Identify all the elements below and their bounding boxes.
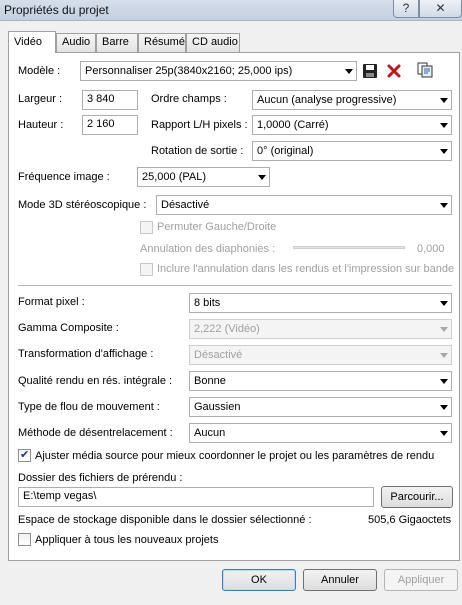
render-quality-label: Qualité rendu en rés. intégrale : (18, 375, 173, 387)
gamma-select[interactable]: 2,222 (Vidéo) (189, 319, 452, 339)
video-settings-panel: Modèle : Personnaliser 25p(3840x2160; 25… (8, 52, 460, 561)
template-label: Modèle : (18, 65, 61, 77)
adjust-media-checkbox[interactable] (18, 448, 31, 462)
swap-lr-checkbox[interactable] (140, 221, 153, 234)
storage-value: 505,6 Gigaoctets (368, 514, 452, 526)
deinterlace-select[interactable]: Aucun (189, 423, 452, 443)
include-crosstalk-label: Inclure l'annulation dans les rendus et … (157, 263, 455, 275)
swap-lr-label: Permuter Gauche/Droite (157, 221, 277, 233)
crosstalk-value: 0,000 (417, 243, 445, 255)
pixel-format-select[interactable]: 8 bits (189, 293, 452, 313)
gamma-label: Gamma Composite : (18, 322, 119, 334)
pixel-aspect-label: Rapport L/H pixels : (151, 119, 248, 131)
tab-cd-audio[interactable]: CD audio (186, 33, 240, 52)
apply-all-checkbox[interactable] (18, 533, 31, 546)
stereo3d-label: Mode 3D stéréoscopique : (18, 199, 147, 211)
width-label: Largeur : (18, 93, 63, 105)
pixel-aspect-select[interactable]: 1,0000 (Carré) (252, 115, 452, 135)
copy-info-icon[interactable] (417, 62, 433, 78)
cancel-button[interactable]: Annuler (303, 569, 377, 591)
section-divider (18, 285, 452, 286)
title-bar: Propriétés du projet ? ✕ (0, 0, 462, 21)
stereo3d-select[interactable]: Désactivé (156, 195, 452, 215)
chevron-down-icon (440, 405, 448, 410)
motion-blur-label: Type de flou de mouvement : (18, 401, 160, 413)
chevron-down-icon (440, 327, 448, 332)
field-order-select[interactable]: Aucun (analyse progressive) (252, 90, 452, 110)
apply-all-label: Appliquer à tous les nouveaux projets (35, 534, 219, 546)
window-title: Propriétés du projet (4, 3, 109, 17)
adjust-media-label: Ajuster média source pour mieux coordonn… (35, 450, 435, 462)
chevron-down-icon (440, 431, 448, 436)
frame-rate-select[interactable]: 25,000 (PAL) (137, 167, 270, 187)
tab-video[interactable]: Vidéo (8, 31, 56, 53)
red-x-icon[interactable] (386, 63, 402, 79)
apply-button[interactable]: Appliquer (384, 569, 458, 591)
render-quality-select[interactable]: Bonne (189, 371, 452, 391)
template-select[interactable]: Personnaliser 25p(3840x2160; 25,000 ips) (80, 61, 357, 81)
width-input[interactable]: 3 840 (82, 90, 138, 110)
chevron-down-icon (440, 149, 448, 154)
crosstalk-slider[interactable] (293, 246, 405, 249)
rotation-select[interactable]: 0° (original) (252, 141, 452, 161)
ok-button[interactable]: OK (222, 569, 296, 591)
pixel-format-label: Format pixel : (18, 296, 85, 308)
chevron-down-icon (440, 301, 448, 306)
frame-rate-label: Fréquence image : (18, 171, 110, 183)
close-button[interactable]: ✕ (419, 0, 462, 18)
tab-resume[interactable]: Résumé (138, 33, 186, 52)
chevron-down-icon (440, 353, 448, 358)
chevron-down-icon (440, 203, 448, 208)
view-transform-select[interactable]: Désactivé (189, 345, 452, 365)
height-input[interactable]: 2 160 (82, 115, 138, 135)
storage-label: Espace de stockage disponible dans le do… (18, 514, 312, 526)
chevron-down-icon (345, 69, 353, 74)
tab-barre[interactable]: Barre (96, 33, 138, 52)
chevron-down-icon (440, 98, 448, 103)
chevron-down-icon (440, 123, 448, 128)
deinterlace-label: Méthode de désentrelacement : (18, 427, 173, 439)
field-order-label: Ordre champs : (151, 93, 227, 105)
browse-button[interactable]: Parcourir... (381, 486, 453, 508)
rotation-label: Rotation de sortie : (151, 145, 244, 157)
crosstalk-label: Annulation des diaphonies : (140, 243, 276, 255)
chevron-down-icon (440, 379, 448, 384)
motion-blur-select[interactable]: Gaussien (189, 397, 452, 417)
height-label: Hauteur : (18, 119, 64, 131)
prerender-folder-input[interactable]: E:\temp vegas\ (18, 487, 374, 507)
help-button[interactable]: ? (393, 0, 419, 18)
floppy-disk-icon[interactable] (362, 63, 378, 79)
tab-audio[interactable]: Audio (56, 33, 96, 52)
view-transform-label: Transformation d'affichage : (18, 348, 154, 360)
chevron-down-icon (258, 175, 266, 180)
prerender-folder-label: Dossier des fichiers de prérendu : (18, 472, 183, 484)
include-crosstalk-checkbox[interactable] (140, 263, 153, 276)
